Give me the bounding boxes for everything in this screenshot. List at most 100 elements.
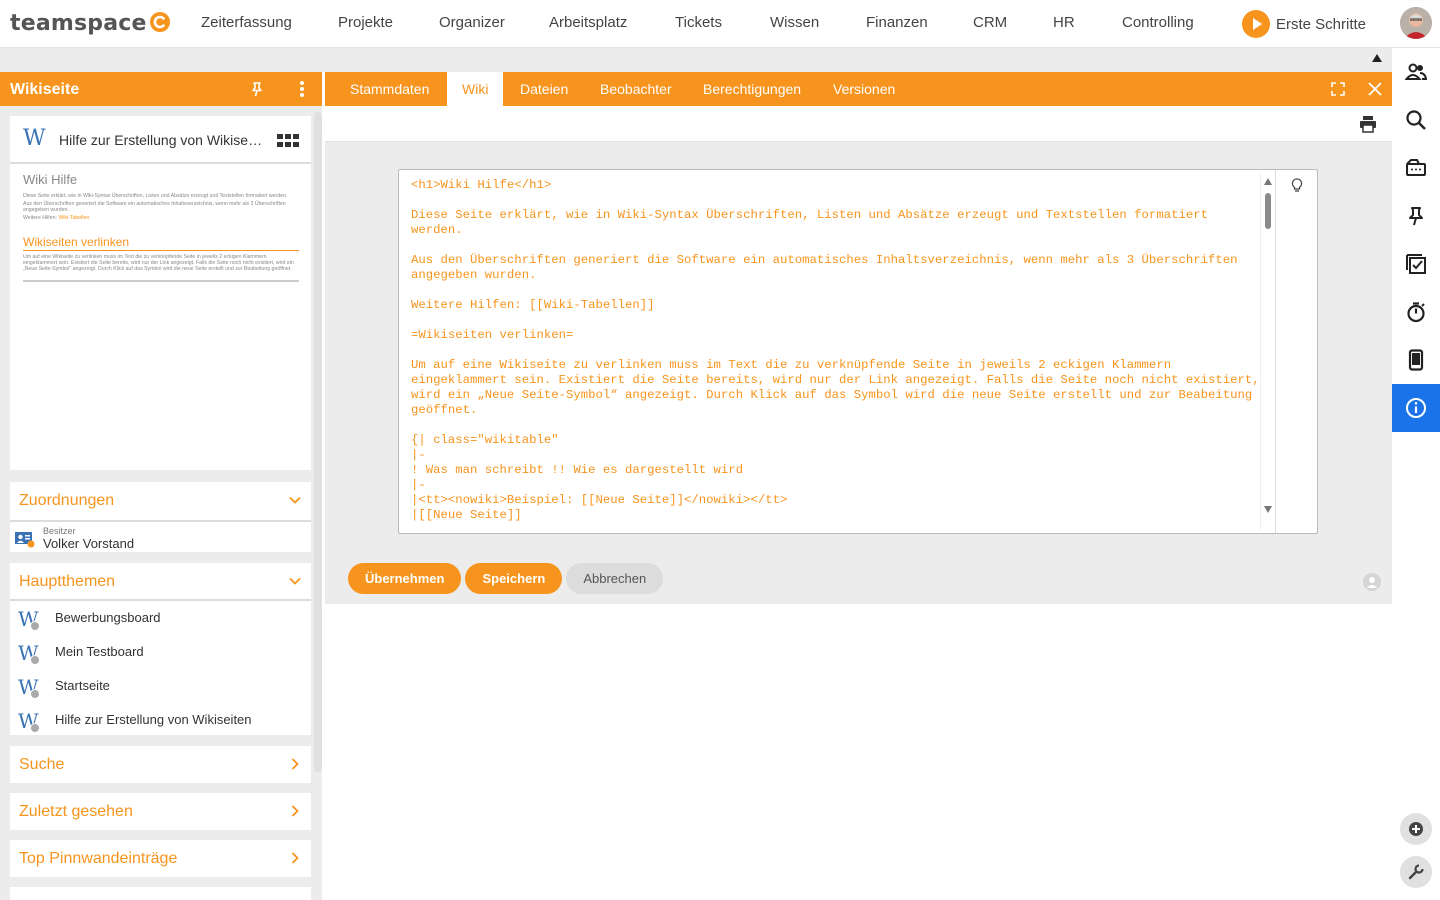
inbox-icon xyxy=(1406,159,1426,176)
main-topics-title: Hauptthemen xyxy=(19,573,116,590)
save-button[interactable]: Speichern xyxy=(465,563,563,594)
cut-off-section xyxy=(10,887,311,900)
rail-inbox-button[interactable] xyxy=(1392,144,1440,192)
recently-viewed-section[interactable]: Zuletzt gesehen xyxy=(10,793,311,830)
wiki-w-icon: W xyxy=(18,641,40,665)
owner-row[interactable]: Besitzer Volker Vorstand xyxy=(10,520,311,552)
preview-more-help: Weitere Hilfen: xyxy=(23,215,59,221)
nav-crm[interactable]: CRM xyxy=(973,14,1007,31)
wiki-w-icon: W xyxy=(18,709,40,733)
main-topics-card: Hauptthemen W Bewerbungsboard W Mein Tes… xyxy=(10,563,311,735)
main-topics-header[interactable]: Hauptthemen xyxy=(10,563,311,599)
wiki-source-textarea[interactable]: <h1>Wiki Hilfe</h1> Diese Seite erklärt,… xyxy=(411,178,1261,530)
nav-controlling[interactable]: Controlling xyxy=(1122,14,1194,31)
scroll-up-icon[interactable] xyxy=(1264,178,1272,185)
recently-viewed-title: Zuletzt gesehen xyxy=(19,803,133,820)
add-circle-icon xyxy=(1409,822,1423,836)
cancel-button[interactable]: Abbrechen xyxy=(566,563,664,594)
wiki-preview-content: Wiki Hilfe Diese Seite erklärt, wie in W… xyxy=(23,172,299,282)
left-panel-title: Wikiseite xyxy=(10,81,80,98)
rail-info-button[interactable] xyxy=(1392,384,1440,432)
apps-grid-icon[interactable] xyxy=(277,134,299,148)
nav-organizer[interactable]: Organizer xyxy=(439,14,505,31)
preview-table xyxy=(23,278,299,282)
add-circle-button[interactable] xyxy=(1400,813,1432,845)
assignments-header[interactable]: Zuordnungen xyxy=(10,482,311,518)
left-panel-scrollbar[interactable] xyxy=(314,112,322,772)
preview-paragraph: Weitere Hilfen: Wiki-Tabellen xyxy=(23,215,299,221)
search-section-title: Suche xyxy=(19,756,65,773)
rail-pin-button[interactable] xyxy=(1392,192,1440,240)
wiki-editor-box: <h1>Wiki Hilfe</h1> Diese Seite erklärt,… xyxy=(398,169,1318,534)
top-pinboard-section[interactable]: Top Pinnwandeinträge xyxy=(10,840,311,877)
rail-mobile-button[interactable] xyxy=(1392,336,1440,384)
nav-wissen[interactable]: Wissen xyxy=(770,14,819,31)
tab-dateien[interactable]: Dateien xyxy=(505,72,583,106)
editor-scrollbar[interactable] xyxy=(1260,173,1274,531)
nav-tickets[interactable]: Tickets xyxy=(675,14,722,31)
wrench-icon xyxy=(1408,864,1424,880)
tab-versionen[interactable]: Versionen xyxy=(818,72,910,106)
preview-paragraph: Diese Seite erklärt, wie in Wiki-Syntax … xyxy=(23,193,288,199)
user-avatar[interactable] xyxy=(1400,7,1432,39)
person-icon xyxy=(1366,577,1378,588)
topic-label: Hilfe zur Erstellung von Wikiseiten xyxy=(55,712,252,727)
search-icon xyxy=(1406,110,1426,130)
tab-beobachter[interactable]: Beobachter xyxy=(585,72,687,106)
topic-label: Mein Testboard xyxy=(55,644,144,659)
nav-arbeitsplatz[interactable]: Arbeitsplatz xyxy=(549,14,627,31)
topic-wiki-help[interactable]: W Hilfe zur Erstellung von Wikiseiten xyxy=(10,703,311,737)
teamspace-logo[interactable]: teamspace xyxy=(10,9,171,39)
topic-mein-testboard[interactable]: W Mein Testboard xyxy=(10,635,311,669)
assignments-card: Zuordnungen Besitzer Volker Vorstand xyxy=(10,482,311,552)
tab-wiki[interactable]: Wiki xyxy=(447,72,504,106)
wiki-w-icon: W xyxy=(23,126,46,151)
first-steps-button[interactable]: Erste Schritte xyxy=(1242,10,1366,38)
tab-stammdaten[interactable]: Stammdaten xyxy=(335,72,444,106)
chevron-right-icon xyxy=(291,758,299,770)
scroll-thumb[interactable] xyxy=(1265,193,1271,229)
topic-startseite[interactable]: W Startseite xyxy=(10,669,311,703)
user-photo-icon xyxy=(1400,7,1432,39)
rail-tasks-button[interactable] xyxy=(1392,240,1440,288)
top-navigation: teamspace Zeiterfassung Projekte Organiz… xyxy=(0,0,1440,48)
tab-bar: Stammdaten Wiki Dateien Beobachter Berec… xyxy=(325,72,1392,106)
first-steps-label: Erste Schritte xyxy=(1276,15,1367,33)
right-rail xyxy=(1392,48,1440,900)
apply-button[interactable]: Übernehmen xyxy=(348,563,462,594)
left-panel: Wikiseite W Hilfe zur Erstellung von Wik… xyxy=(0,72,322,900)
chevron-down-icon xyxy=(289,496,301,504)
topic-bewerbungsboard[interactable]: W Bewerbungsboard xyxy=(10,601,311,635)
search-section[interactable]: Suche xyxy=(10,746,311,783)
settings-wrench-button[interactable] xyxy=(1400,856,1432,888)
nav-projekte[interactable]: Projekte xyxy=(338,14,393,31)
preview-paragraph: Um auf eine Wikiseite zu verlinken muss … xyxy=(23,254,294,272)
pin-icon xyxy=(1409,207,1423,226)
collapse-strip xyxy=(0,48,1392,72)
wiki-w-icon: W xyxy=(18,607,40,631)
close-icon[interactable] xyxy=(1367,81,1383,97)
nav-hr[interactable]: HR xyxy=(1053,14,1075,31)
tab-berechtigungen[interactable]: Berechtigungen xyxy=(688,72,816,106)
rail-contacts-button[interactable] xyxy=(1392,48,1440,96)
more-vertical-icon[interactable] xyxy=(294,80,310,98)
wiki-edit-area: <h1>Wiki Hilfe</h1> Diese Seite erklärt,… xyxy=(325,142,1392,604)
fullscreen-icon[interactable] xyxy=(1330,81,1346,97)
tasks-icon xyxy=(1406,254,1426,274)
print-icon[interactable] xyxy=(1359,115,1377,133)
pin-icon[interactable] xyxy=(249,81,265,97)
rail-timer-button[interactable] xyxy=(1392,288,1440,336)
assignments-title: Zuordnungen xyxy=(19,492,115,509)
nav-zeiterfassung[interactable]: Zeiterfassung xyxy=(201,14,292,31)
contacts-icon xyxy=(1405,63,1427,80)
scroll-down-icon[interactable] xyxy=(1264,506,1272,513)
lightbulb-icon[interactable] xyxy=(1290,178,1304,194)
user-status-icon[interactable] xyxy=(1363,573,1381,591)
owner-label: Besitzer xyxy=(43,526,76,536)
play-icon xyxy=(1242,10,1270,38)
nav-finanzen[interactable]: Finanzen xyxy=(866,14,928,31)
rail-search-button[interactable] xyxy=(1392,96,1440,144)
content-toolbar xyxy=(325,106,1392,142)
collapse-up-icon[interactable] xyxy=(1372,54,1382,62)
preview-link[interactable]: Wiki-Tabellen xyxy=(58,215,89,221)
